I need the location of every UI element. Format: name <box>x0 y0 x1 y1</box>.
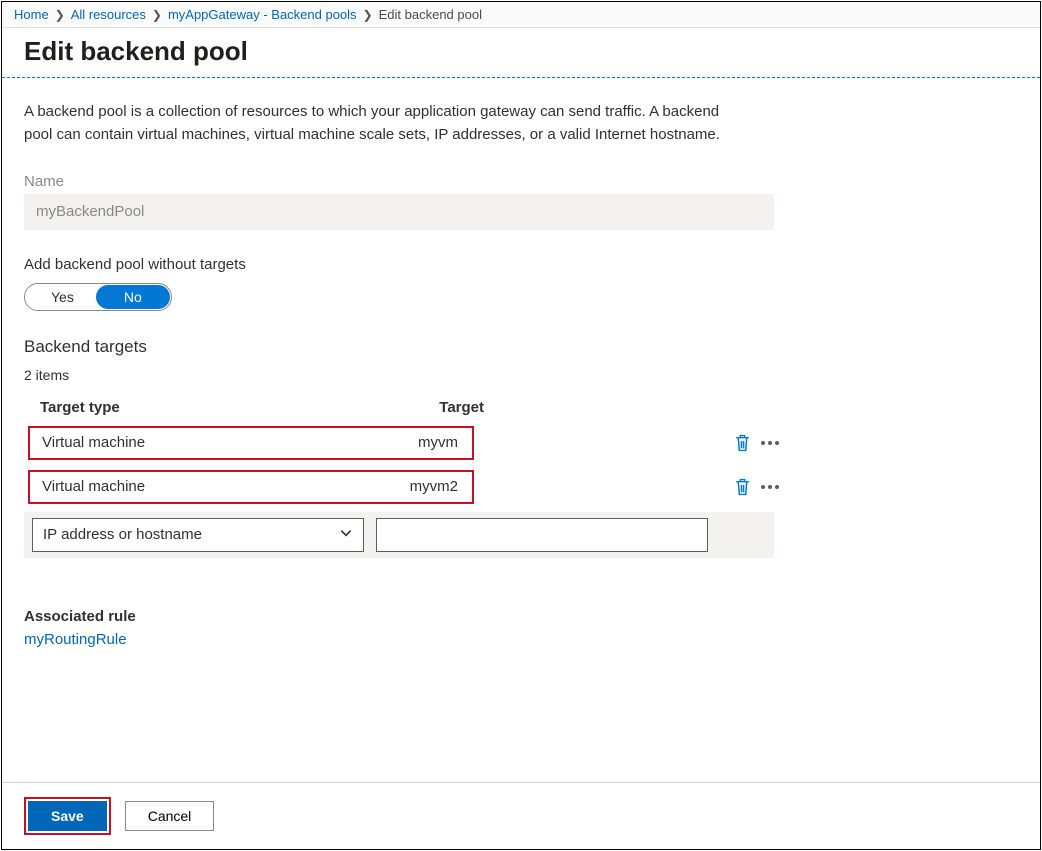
target-value-input[interactable] <box>376 518 708 552</box>
name-label: Name <box>24 173 1018 190</box>
name-input[interactable] <box>24 194 774 230</box>
chevron-right-icon: ❯ <box>152 8 162 22</box>
backend-targets-heading: Backend targets <box>24 337 1018 357</box>
save-highlight: Save <box>24 797 111 835</box>
chevron-down-icon <box>339 526 353 544</box>
target-type-value: Virtual machine <box>42 434 372 451</box>
description-text: A backend pool is a collection of resour… <box>24 100 744 147</box>
toggle-yes[interactable]: Yes <box>25 284 100 310</box>
breadcrumb-gateway-pools[interactable]: myAppGateway - Backend pools <box>168 7 357 22</box>
toggle-no[interactable]: No <box>96 285 170 309</box>
cancel-button[interactable]: Cancel <box>125 801 215 831</box>
trash-icon[interactable] <box>734 433 751 453</box>
page-title: Edit backend pool <box>24 36 1018 67</box>
chevron-right-icon: ❯ <box>55 8 65 22</box>
breadcrumb-all-resources[interactable]: All resources <box>71 7 146 22</box>
associated-rule-label: Associated rule <box>24 608 1018 625</box>
without-targets-toggle[interactable]: Yes No <box>24 283 172 311</box>
target-value: myvm2 <box>372 478 460 495</box>
target-type-value: Virtual machine <box>42 478 372 495</box>
target-box[interactable]: Virtual machine myvm <box>28 426 474 460</box>
trash-icon[interactable] <box>734 477 751 497</box>
target-type-select-value: IP address or hostname <box>43 526 202 543</box>
without-targets-label: Add backend pool without targets <box>24 256 1018 273</box>
target-type-select[interactable]: IP address or hostname <box>32 518 364 552</box>
more-icon[interactable] <box>761 485 779 489</box>
chevron-right-icon: ❯ <box>363 8 373 22</box>
footer: Save Cancel <box>2 782 1040 849</box>
more-icon[interactable] <box>761 441 779 445</box>
target-row: Virtual machine myvm2 <box>24 468 1018 506</box>
targets-count: 2 items <box>24 367 1018 383</box>
save-button[interactable]: Save <box>28 801 107 831</box>
target-row: Virtual machine myvm <box>24 424 1018 462</box>
breadcrumb-home[interactable]: Home <box>14 7 49 22</box>
new-target-row: IP address or hostname <box>24 512 774 558</box>
col-target: Target <box>379 393 509 422</box>
associated-rule-link[interactable]: myRoutingRule <box>24 631 127 648</box>
breadcrumb: Home ❯ All resources ❯ myAppGateway - Ba… <box>2 2 1040 28</box>
col-target-type: Target type <box>24 393 379 422</box>
target-box[interactable]: Virtual machine myvm2 <box>28 470 474 504</box>
breadcrumb-current: Edit backend pool <box>379 7 482 22</box>
target-value: myvm <box>372 434 460 451</box>
